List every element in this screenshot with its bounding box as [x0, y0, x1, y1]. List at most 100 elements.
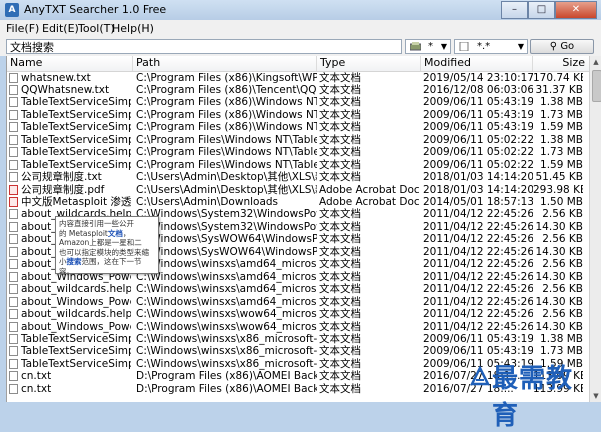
tooltip-line: 容。: [59, 266, 74, 276]
row-type: 文本文档: [319, 108, 361, 121]
row-modified: 2009/06/11 05:02:22: [423, 146, 533, 159]
row-type: 文本文档: [319, 146, 361, 159]
row-path: C:\Windows\winsxs\x86_microsoft-windows-…: [136, 345, 317, 358]
row-name-label: about_Windows_PowerSh...: [21, 320, 131, 333]
row-modified: 2011/04/12 22:45:26: [423, 295, 533, 308]
row-type: 文本文档: [319, 245, 361, 258]
row-modified: 2009/06/11 05:43:19: [423, 121, 533, 134]
search-icon: ⚲: [549, 41, 558, 52]
row-name-label: TableTextServiceSimplifie...: [21, 133, 131, 146]
row-size: 14.30 KB: [535, 245, 584, 258]
row-path: C:\Program Files (x86)\Kingsoft\WPS Offi…: [136, 71, 317, 84]
scroll-up-icon[interactable]: ▲: [591, 56, 601, 68]
row-size: 2.56 KB: [542, 283, 583, 296]
table-row[interactable]: TableTextServiceSimplifie... C:\Program F…: [7, 134, 590, 146]
column-header-type[interactable]: Type: [317, 56, 421, 71]
row-path: C:\Users\Admin\Desktop\其他\XLS\新公司\kpdf: [136, 171, 317, 184]
row-size: 1.38 MB: [540, 133, 583, 146]
row-path: C:\Program Files\Windows NT\TableTextSer…: [136, 158, 317, 171]
table-row[interactable]: TableTextServiceSimplifie... C:\Windows\w…: [7, 345, 590, 357]
close-button[interactable]: ✕: [555, 1, 597, 19]
go-button[interactable]: ⚲ Go: [530, 39, 594, 54]
table-row[interactable]: about_wildcards.help.txt C:\Windows\winsx…: [7, 308, 590, 320]
column-header-modified[interactable]: Modified: [421, 56, 533, 71]
table-row[interactable]: whatsnew.txt C:\Program Files (x86)\Kings…: [7, 72, 590, 84]
row-modified: 2011/04/12 22:45:26: [423, 320, 533, 333]
tooltip-text: 小: [59, 257, 67, 266]
vertical-scrollbar[interactable]: ▲ ▼: [589, 56, 601, 402]
drive-combo-value: *: [428, 41, 433, 52]
row-modified: 2009/06/11 05:43:19: [423, 108, 533, 121]
app-icon: A: [5, 3, 19, 17]
filetype-combo[interactable]: *.* ▼: [454, 39, 528, 54]
row-name-label: TableTextServiceSimplifie...: [21, 332, 131, 345]
table-row[interactable]: about_Windows_PowerSh... C:\Windows\winsx…: [7, 296, 590, 308]
chevron-down-icon: ▼: [517, 42, 524, 51]
text-file-icon: [9, 358, 18, 369]
row-name: TableTextServiceSimplifie...: [7, 134, 131, 146]
row-path: C:\Windows\winsxs\wow64_microsoft-windo.…: [136, 320, 317, 333]
table-row[interactable]: TableTextServiceSimplifie... C:\Windows\w…: [7, 333, 590, 345]
menu-tool[interactable]: Tool(T): [78, 22, 115, 35]
tooltip-highlight: 搜索: [66, 257, 82, 266]
row-path: C:\Program Files\Windows NT\TableTextSer…: [136, 146, 317, 159]
preview-tooltip: 内容直接引用一些公开 的 Metasploit文档， Amazon上都是一星和二…: [55, 216, 159, 276]
row-type: 文本文档: [319, 258, 361, 271]
scroll-thumb[interactable]: [592, 70, 601, 102]
row-name: 公司规章制度.pdf: [7, 184, 131, 196]
table-row[interactable]: about_wildcards.help.txt C:\Windows\winsx…: [7, 283, 590, 295]
row-size: 1.59 MB: [540, 121, 583, 134]
search-input[interactable]: [6, 39, 402, 54]
table-row[interactable]: QQWhatsnew.txt C:\Program Files (x86)\Ten…: [7, 84, 590, 96]
row-name: cn.txt: [7, 383, 131, 395]
column-header-name[interactable]: Name: [7, 56, 133, 71]
row-type: 文本文档: [319, 133, 361, 146]
row-type: 文本文档: [319, 270, 361, 283]
row-path: C:\Windows\System32\WindowsPowerShell\v1…: [136, 208, 317, 221]
minimize-button[interactable]: –: [501, 1, 528, 19]
maximize-button[interactable]: □: [528, 1, 555, 19]
table-row[interactable]: TableTextServiceSimplifie... C:\Program F…: [7, 121, 590, 133]
row-type: 文本文档: [319, 345, 361, 358]
row-name: about_wildcards.help.txt: [7, 308, 131, 320]
table-row[interactable]: TableTextServiceSimplifie... C:\Program F…: [7, 146, 590, 158]
pdf-file-icon: [9, 197, 18, 207]
row-path: D:\Program Files (x86)\AOMEI Backupper 3…: [136, 382, 317, 395]
row-modified: 2016/12/08 06:03:06: [423, 83, 533, 96]
menu-help[interactable]: Help(H): [112, 22, 154, 35]
table-row[interactable]: TableTextServiceSimplifie... C:\Program F…: [7, 109, 590, 121]
table-row[interactable]: 公司规章制度.pdf C:\Users\Admin\Desktop\其他\XLS\…: [7, 184, 590, 196]
tooltip-text: 的 Metasploit: [59, 228, 108, 238]
row-type: Adobe Acrobat Document: [319, 183, 419, 196]
menu-file[interactable]: File(F): [6, 22, 39, 35]
row-size: 1.38 MB: [540, 332, 583, 345]
row-size: 2.56 KB: [542, 208, 583, 221]
table-row[interactable]: 中文版Metasploit 渗透测试... C:\Users\Admin\Down…: [7, 196, 590, 208]
text-file-icon: [9, 346, 18, 357]
row-type: Adobe Acrobat Document: [319, 196, 419, 208]
row-name-label: TableTextServiceSimplifie...: [21, 108, 131, 121]
file-icon: [459, 42, 469, 51]
row-type: 文本文档: [319, 320, 361, 333]
menu-edit[interactable]: Edit(E): [42, 22, 79, 35]
window-controls: – □ ✕: [501, 1, 597, 19]
row-name-label: about_wildcards.help.txt: [21, 283, 131, 296]
text-file-icon: [9, 147, 18, 158]
row-name-label: about_wildcards.help.txt: [21, 308, 131, 321]
row-path: C:\Windows\winsxs\wow64_microsoft-windo.…: [136, 308, 317, 321]
column-header-size[interactable]: Size: [533, 56, 590, 71]
table-row[interactable]: TableTextServiceSimplifie... C:\Program F…: [7, 96, 590, 108]
row-name: TableTextServiceSimplifie...: [7, 109, 131, 121]
row-modified: 2009/06/11 05:43:19: [423, 96, 533, 109]
row-modified: 2018/01/03 14:14:20: [423, 171, 533, 184]
table-row[interactable]: TableTextServiceSimplifie... C:\Program F…: [7, 159, 590, 171]
table-row[interactable]: 公司规章制度.txt C:\Users\Admin\Desktop\其他\XLS\…: [7, 171, 590, 183]
row-type: 文本文档: [319, 283, 361, 296]
drive-combo[interactable]: * ▼: [405, 39, 451, 54]
row-modified: 2011/04/12 22:45:26: [423, 220, 533, 233]
row-name-label: QQWhatsnew.txt: [21, 83, 110, 96]
text-file-icon: [9, 84, 18, 95]
column-header-path[interactable]: Path: [133, 56, 317, 71]
table-row[interactable]: about_Windows_PowerSh... C:\Windows\winsx…: [7, 321, 590, 333]
window-title: AnyTXT Searcher 1.0 Free: [24, 3, 167, 16]
